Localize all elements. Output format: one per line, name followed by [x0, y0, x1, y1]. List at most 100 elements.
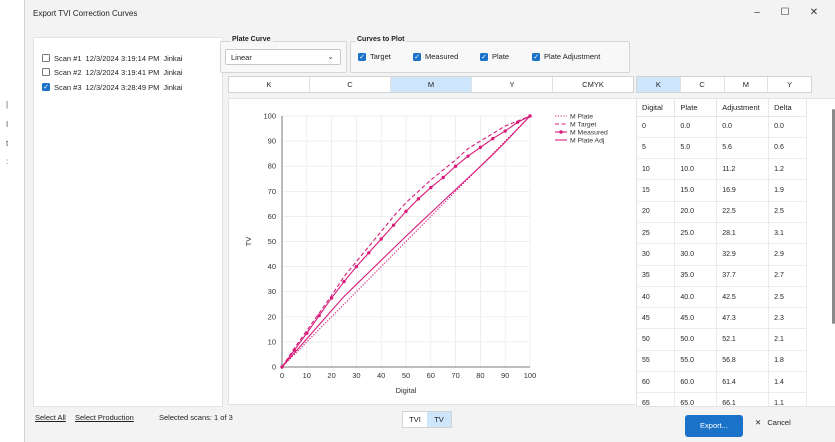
close-button[interactable]: ✕ [802, 5, 826, 21]
table-cell: 0.0 [674, 116, 718, 138]
export-button[interactable]: Export... [685, 415, 743, 437]
data-point [342, 279, 346, 284]
table-cell: 45.0 [674, 307, 718, 330]
measured-label: Measured [425, 52, 459, 61]
table-row[interactable]: 50 50.0 52.1 2.1 [637, 328, 807, 351]
y-tick-label: 50 [268, 237, 276, 246]
scan-label: Scan #3 [54, 82, 82, 92]
table-cell: 20.0 [674, 201, 718, 223]
background-fragment: I [6, 120, 9, 129]
adjustment-table-panel: Digital Plate Adjustment Delta 0 0.0 0.0 0.… [636, 98, 835, 407]
table-cell: 22.5 [716, 201, 770, 223]
table-row[interactable]: 45 45.0 47.3 2.3 [637, 307, 807, 330]
scan-date: 12/3/2024 3:28:49 PM [85, 82, 160, 92]
scan-item[interactable]: Scan #1 12/3/2024 3:19:14 PM Jinkai [42, 52, 183, 64]
table-cell: 60 [637, 371, 676, 394]
toggle-tvi[interactable]: TVI [403, 412, 427, 427]
table-row[interactable]: 0 0.0 0.0 0.0 [637, 116, 807, 138]
table-cell: 20 [637, 201, 676, 223]
y-tick-label: 90 [268, 137, 276, 146]
table-cell: 1.8 [768, 350, 807, 373]
table-cell: 32.9 [716, 243, 770, 266]
column-header: Adjustment [716, 99, 770, 117]
tvi-tv-toggle: TVI TV [402, 411, 452, 428]
table-cell: 15 [637, 179, 676, 202]
minimize-button[interactable]: – [745, 5, 769, 21]
table-row[interactable]: 15 15.0 16.9 1.9 [637, 179, 807, 202]
table-cell: 45 [637, 307, 676, 330]
table-cell: 40 [637, 286, 676, 309]
table-row[interactable]: 5 5.0 5.6 0.6 [637, 137, 807, 160]
table-row[interactable]: 35 35.0 37.7 2.7 [637, 265, 807, 287]
data-point [379, 237, 383, 241]
table-cell: 66.1 [716, 392, 770, 406]
measured-checkbox[interactable]: ✓ Measured [413, 52, 458, 61]
table-row[interactable]: 55 55.0 56.8 1.8 [637, 350, 807, 373]
x-tick-label: 20 [327, 371, 335, 380]
scan-item[interactable]: Scan #2 12/3/2024 3:19:41 PM Jinkai [42, 66, 183, 78]
data-point [391, 223, 396, 227]
background-app-edge: | I t : [0, 0, 24, 442]
plate-adjustment-checkbox[interactable]: ✓ Plate Adjustment [532, 52, 600, 61]
table-cell: 3.1 [768, 222, 807, 245]
table-row[interactable]: 25 25.0 28.1 3.1 [637, 222, 807, 245]
tab-m[interactable]: M [391, 77, 472, 92]
plate-curve-select[interactable]: Linear ⌄ [225, 49, 341, 65]
x-tick-label: 90 [501, 371, 509, 380]
plate-adjustment-label: Plate Adjustment [544, 52, 601, 61]
table-cell: 50 [637, 328, 676, 351]
y-tick-label: 70 [268, 187, 276, 196]
tab-y[interactable]: Y [472, 77, 553, 92]
plate-checkbox[interactable]: ✓ Plate [480, 52, 509, 61]
select-all-link[interactable]: Select All [35, 413, 66, 422]
y-tick-label: 30 [268, 287, 276, 296]
table-row[interactable]: 60 60.0 61.4 1.4 [637, 371, 807, 394]
data-point [367, 251, 371, 255]
toggle-tv[interactable]: TV [427, 412, 451, 427]
table-cell: 65 [637, 392, 676, 406]
scan-checkbox[interactable] [42, 54, 50, 62]
tab-table-c[interactable]: C [681, 77, 725, 92]
tab-table-m[interactable]: M [725, 77, 769, 92]
tab-cmyk[interactable]: CMYK [553, 77, 633, 92]
tab-table-y[interactable]: Y [768, 77, 811, 92]
tab-k[interactable]: K [229, 77, 310, 92]
target-checkbox[interactable]: ✓ Target [358, 52, 391, 61]
data-point [354, 264, 359, 269]
scan-item[interactable]: ✓ Scan #3 12/3/2024 3:28:49 PM Jinkai [42, 81, 183, 93]
column-header: Plate [674, 99, 718, 117]
table-row[interactable]: 10 10.0 11.2 1.2 [637, 158, 807, 181]
tab-c[interactable]: C [310, 77, 391, 92]
maximize-button[interactable]: ☐ [773, 5, 797, 21]
adjustment-table: Digital Plate Adjustment Delta 0 0.0 0.0 0.… [637, 99, 807, 406]
select-production-link[interactable]: Select Production [75, 413, 134, 422]
table-cell: 15.0 [674, 179, 718, 202]
table-cell: 0.0 [768, 116, 807, 138]
data-point [404, 209, 408, 214]
legend-label: M Plate [570, 114, 593, 121]
data-point [503, 129, 507, 133]
scan-checkbox[interactable] [42, 68, 50, 76]
tv-chart: 0 10 20 30 40 50 60 70 80 90 100 0 10 20 30 40 50 60 70 80 9… [244, 112, 608, 396]
check-icon[interactable]: ✓ [42, 83, 50, 91]
cancel-button[interactable]: ✕ Cancel [755, 418, 791, 427]
table-cell: 35 [637, 265, 676, 287]
data-point [317, 313, 321, 318]
y-tick-label: 40 [268, 262, 276, 271]
data-point [416, 197, 421, 201]
table-row[interactable]: 20 20.0 22.5 2.5 [637, 201, 807, 223]
y-tick-label: 80 [268, 162, 276, 171]
close-icon: ✕ [755, 418, 762, 427]
table-cell: 11.2 [716, 158, 770, 181]
table-cell: 25 [637, 222, 676, 245]
table-row[interactable]: 30 30.0 32.9 2.9 [637, 243, 807, 266]
table-channel-tabs: K C M Y [636, 76, 812, 93]
y-axis-label: TV [244, 237, 253, 247]
tab-table-k[interactable]: K [637, 77, 681, 92]
table-cell: 30 [637, 243, 676, 266]
window-title: Export TVI Correction Curves [33, 9, 138, 18]
table-row[interactable]: 40 40.0 42.5 2.5 [637, 286, 807, 309]
x-tick-label: 30 [352, 371, 360, 380]
table-row[interactable]: 65 65.0 66.1 1.1 [637, 392, 807, 406]
scan-date: 12/3/2024 3:19:41 PM [85, 67, 160, 77]
